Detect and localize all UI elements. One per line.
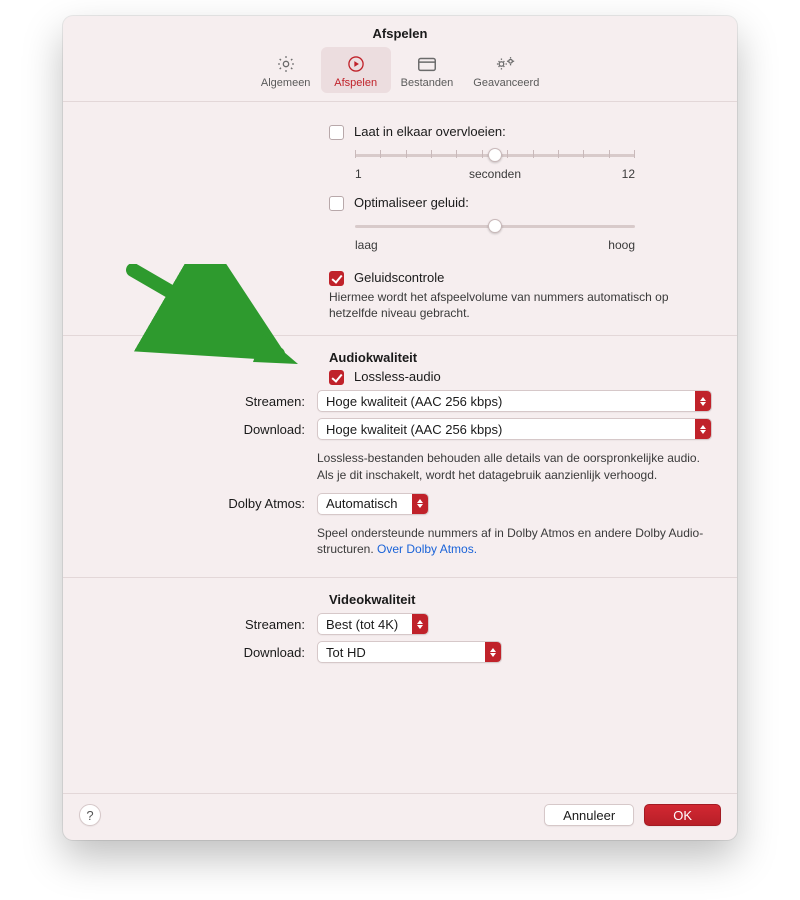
stepper-icon <box>412 614 428 634</box>
help-button[interactable]: ? <box>79 804 101 826</box>
dolby-link[interactable]: Over Dolby Atmos. <box>377 542 477 556</box>
tab-files[interactable]: Bestanden <box>391 47 464 93</box>
dialog-footer: ? Annuleer OK <box>63 793 737 840</box>
tab-label: Algemeen <box>261 77 311 89</box>
play-icon <box>346 53 366 75</box>
download-label: Download: <box>87 422 317 437</box>
video-heading: Videokwaliteit <box>329 592 713 607</box>
audio-stream-select[interactable]: Hoge kwaliteit (AAC 256 kbps) <box>317 390 712 412</box>
eq-low: laag <box>355 238 378 252</box>
stepper-icon <box>412 494 428 514</box>
audio-download-value: Hoge kwaliteit (AAC 256 kbps) <box>326 422 502 437</box>
audio-stream-value: Hoge kwaliteit (AAC 256 kbps) <box>326 394 502 409</box>
soundcheck-checkbox[interactable] <box>329 271 344 286</box>
help-label: ? <box>86 808 93 823</box>
audio-quality-section: Audiokwaliteit Lossless-audio Streamen: … <box>63 336 737 578</box>
lossless-label: Lossless-audio <box>354 369 441 384</box>
preferences-toolbar: Algemeen Afspelen Bestanden Geavanceerd <box>63 45 737 101</box>
gear-icon <box>276 53 296 75</box>
dolby-label: Dolby Atmos: <box>87 496 317 511</box>
stepper-icon <box>695 419 711 439</box>
stream-label: Streamen: <box>87 394 317 409</box>
eq-high: hoog <box>608 238 635 252</box>
dolby-value: Automatisch <box>326 496 404 511</box>
video-download-value: Tot HD <box>326 645 366 660</box>
folder-icon <box>416 53 438 75</box>
tab-advanced[interactable]: Geavanceerd <box>463 47 549 93</box>
ok-button[interactable]: OK <box>644 804 721 826</box>
tab-label: Bestanden <box>401 77 454 89</box>
video-stream-value: Best (tot 4K) <box>326 617 404 632</box>
crossfade-unit: seconden <box>469 167 521 181</box>
window-title: Afspelen <box>63 16 737 45</box>
stepper-icon <box>695 391 711 411</box>
video-stream-select[interactable]: Best (tot 4K) <box>317 613 429 635</box>
soundcheck-desc: Hiermee wordt het afspeelvolume van numm… <box>329 289 713 321</box>
gears-icon <box>494 53 518 75</box>
dolby-desc-text: Speel ondersteunde nummers af in Dolby A… <box>317 526 703 556</box>
crossfade-max: 12 <box>622 167 635 181</box>
crossfade-label: Laat in elkaar overvloeien: <box>354 124 506 139</box>
eq-slider[interactable] <box>355 216 635 236</box>
soundcheck-label: Geluidscontrole <box>354 270 444 285</box>
crossfade-slider[interactable] <box>355 145 635 165</box>
video-download-select[interactable]: Tot HD <box>317 641 502 663</box>
crossfade-checkbox[interactable] <box>329 125 344 140</box>
cancel-button[interactable]: Annuleer <box>544 804 634 826</box>
stepper-icon <box>485 642 501 662</box>
cancel-label: Annuleer <box>563 808 615 823</box>
tab-general[interactable]: Algemeen <box>251 47 321 93</box>
ok-label: OK <box>673 808 692 823</box>
tab-label: Geavanceerd <box>473 77 539 89</box>
content-area: Laat in elkaar overvloeien: 1 seconden 1… <box>63 101 737 793</box>
crossfade-min: 1 <box>355 167 362 181</box>
tab-label: Afspelen <box>334 77 377 89</box>
dolby-select[interactable]: Automatisch <box>317 493 429 515</box>
video-stream-label: Streamen: <box>87 617 317 632</box>
playback-section: Laat in elkaar overvloeien: 1 seconden 1… <box>63 102 737 336</box>
preferences-window: Afspelen Algemeen Afspelen Bestanden Gea… <box>63 16 737 840</box>
audio-download-select[interactable]: Hoge kwaliteit (AAC 256 kbps) <box>317 418 712 440</box>
lossless-checkbox[interactable] <box>329 370 344 385</box>
audio-heading: Audiokwaliteit <box>329 350 713 365</box>
eq-checkbox[interactable] <box>329 196 344 211</box>
eq-label: Optimaliseer geluid: <box>354 195 469 210</box>
video-download-label: Download: <box>87 645 317 660</box>
lossless-desc: Lossless-bestanden behouden alle details… <box>317 450 712 482</box>
dolby-desc: Speel ondersteunde nummers af in Dolby A… <box>317 525 712 557</box>
tab-playback[interactable]: Afspelen <box>321 47 391 93</box>
video-quality-section: Videokwaliteit Streamen: Best (tot 4K) D… <box>63 578 737 683</box>
